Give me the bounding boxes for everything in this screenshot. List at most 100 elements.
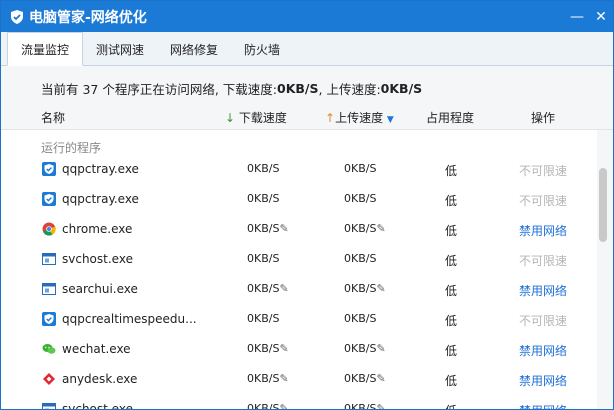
col-name[interactable]: 名称 xyxy=(41,109,65,126)
process-row[interactable]: svchost.exe0KB/S✎0KB/S✎低禁用网络 xyxy=(1,395,597,410)
section-running-programs: 运行的程序 xyxy=(41,141,102,155)
download-speed-value: 0KB/S xyxy=(247,192,280,205)
download-speed[interactable]: 0KB/S✎ xyxy=(247,402,289,410)
tab-speed-test[interactable]: 测试网速 xyxy=(83,33,157,65)
process-name: searchui.exe xyxy=(62,282,138,296)
disable-network-link[interactable]: 禁用网络 xyxy=(519,282,567,299)
status-mid: , 上传速度: xyxy=(318,81,381,97)
tab-firewall[interactable]: 防火墙 xyxy=(231,33,293,65)
disable-network-link[interactable]: 禁用网络 xyxy=(519,342,567,359)
edit-pencil-icon[interactable]: ✎ xyxy=(279,342,288,355)
process-row[interactable]: anydesk.exe 0KB/S✎ 0KB/S✎ 低禁用网络 xyxy=(1,365,597,395)
status-prefix: 当前有 37 个程序正在访问网络, 下载速度: xyxy=(41,81,278,97)
edit-pencil-icon[interactable]: ✎ xyxy=(279,282,288,295)
upload-speed-value: 0KB/S xyxy=(344,192,377,205)
process-name: qqpcrealtimespeedu... xyxy=(62,312,197,326)
scrollbar-thumb[interactable] xyxy=(599,168,607,242)
arrow-down-icon: ↓ xyxy=(225,111,236,125)
disable-network-link[interactable]: 禁用网络 xyxy=(519,372,567,389)
tab-network-repair[interactable]: 网络修复 xyxy=(157,33,231,65)
download-speed-value: 0KB/S xyxy=(247,162,280,175)
column-header: 名称 ↓ 下载速度 ↑上传速度 ▼ 占用程度 操作 xyxy=(1,105,613,130)
process-name: svchost.exe xyxy=(62,252,133,266)
wechat-icon xyxy=(42,342,56,356)
upload-speed[interactable]: 0KB/S✎ xyxy=(344,372,386,385)
priority-level: 低 xyxy=(445,254,458,268)
col-action: 操作 xyxy=(531,111,556,125)
process-row[interactable]: qqpctray.exe 0KB/S 0KB/S 低 不可限速 xyxy=(1,185,597,215)
upload-speed-value: 0KB/S xyxy=(344,312,377,325)
download-speed-value: 0KB/S xyxy=(247,282,280,295)
upload-speed: 0KB/S xyxy=(344,192,376,205)
tab-bar: 流量监控 测试网速 网络修复 防火墙 xyxy=(1,32,613,66)
process-row[interactable]: svchost.exe 0KB/S 0KB/S 低 不可限速 xyxy=(1,245,597,275)
status-upload: 0KB/S xyxy=(380,80,423,96)
col-upload[interactable]: ↑上传速度 ▼ xyxy=(325,109,394,126)
close-button[interactable]: ✕ xyxy=(589,1,613,32)
upload-speed-value: 0KB/S xyxy=(344,402,377,410)
download-speed[interactable]: 0KB/S✎ xyxy=(247,372,289,385)
download-speed[interactable]: 0KB/S✎ xyxy=(247,222,289,235)
edit-pencil-icon[interactable]: ✎ xyxy=(376,282,385,295)
upload-speed[interactable]: 0KB/S✎ xyxy=(344,342,386,355)
download-speed: 0KB/S xyxy=(247,192,279,205)
download-speed: 0KB/S xyxy=(247,162,279,175)
upload-speed[interactable]: 0KB/S✎ xyxy=(344,402,386,410)
tab-traffic-monitor[interactable]: 流量监控 xyxy=(7,32,84,66)
download-speed-value: 0KB/S xyxy=(247,312,280,325)
upload-speed-value: 0KB/S xyxy=(344,252,377,265)
download-speed: 0KB/S xyxy=(247,252,279,265)
window-title: 电脑管家-网络优化 xyxy=(29,9,147,26)
col-upload-label: 上传速度 xyxy=(335,111,384,125)
download-speed[interactable]: 0KB/S✎ xyxy=(247,282,289,295)
scrollbar[interactable] xyxy=(597,130,613,409)
window-icon xyxy=(42,252,56,266)
download-speed-value: 0KB/S xyxy=(247,342,280,355)
download-speed: 0KB/S xyxy=(247,312,279,325)
edit-pencil-icon[interactable]: ✎ xyxy=(279,372,288,385)
priority-level: 低 xyxy=(445,374,458,388)
status-summary: 当前有 37 个程序正在访问网络, 下载速度: 0KB/S, 上传速度: 0KB… xyxy=(1,66,613,110)
shield-logo-icon xyxy=(9,9,25,25)
upload-speed[interactable]: 0KB/S✎ xyxy=(344,282,386,295)
download-speed[interactable]: 0KB/S✎ xyxy=(247,342,289,355)
process-row[interactable]: qqpcrealtimespeedu... 0KB/S 0KB/S 低 不可限速 xyxy=(1,305,597,335)
edit-pencil-icon[interactable]: ✎ xyxy=(376,372,385,385)
qq-manager-icon xyxy=(42,192,56,206)
edit-pencil-icon[interactable]: ✎ xyxy=(376,342,385,355)
edit-pencil-icon[interactable]: ✎ xyxy=(279,402,288,409)
col-download[interactable]: ↓ 下载速度 xyxy=(225,109,287,126)
disable-network-link[interactable]: 禁用网络 xyxy=(519,402,567,409)
process-row[interactable]: qqpctray.exe 0KB/S 0KB/S 低 不可限速 xyxy=(1,155,597,185)
process-name: svchost.exe xyxy=(62,402,133,410)
upload-speed[interactable]: 0KB/S✎ xyxy=(344,222,386,235)
process-row[interactable]: wechat.exe 0KB/S✎ 0KB/S✎ 低禁用网络 xyxy=(1,335,597,365)
no-limit-label: 不可限速 xyxy=(519,314,568,328)
download-speed-value: 0KB/S xyxy=(247,252,280,265)
arrow-up-icon: ↑ xyxy=(325,111,336,125)
status-download: 0KB/S xyxy=(277,80,319,96)
priority-level: 低 xyxy=(445,224,458,238)
download-speed-value: 0KB/S xyxy=(247,402,280,410)
upload-speed: 0KB/S xyxy=(344,162,376,175)
process-name: wechat.exe xyxy=(62,342,131,356)
minimize-button[interactable]: — xyxy=(565,1,589,32)
window-icon xyxy=(42,282,56,296)
process-name: qqpctray.exe xyxy=(62,162,139,176)
priority-level: 低 xyxy=(445,344,458,358)
upload-speed-value: 0KB/S xyxy=(344,162,377,175)
process-row[interactable]: searchui.exe 0KB/S✎ 0KB/S✎ 低禁用网络 xyxy=(1,275,597,305)
edit-pencil-icon[interactable]: ✎ xyxy=(376,402,385,409)
col-download-label: 下载速度 xyxy=(238,111,287,125)
edit-pencil-icon[interactable]: ✎ xyxy=(376,222,385,235)
upload-speed-value: 0KB/S xyxy=(344,222,377,235)
col-priority[interactable]: 占用程度 xyxy=(426,109,474,126)
upload-speed-value: 0KB/S xyxy=(344,342,377,355)
edit-pencil-icon[interactable]: ✎ xyxy=(279,222,288,235)
process-row[interactable]: chrome.exe 0KB/S✎ 0KB/S✎ 低禁用网络 xyxy=(1,215,597,245)
priority-level: 低 xyxy=(445,402,457,409)
process-list: 运行的程序 qqpctray.exe 0KB/S 0KB/S 低不可限速 qqpctra… xyxy=(1,130,597,410)
disable-network-link[interactable]: 禁用网络 xyxy=(519,222,567,239)
process-name: chrome.exe xyxy=(62,222,133,236)
download-speed-value: 0KB/S xyxy=(247,222,280,235)
